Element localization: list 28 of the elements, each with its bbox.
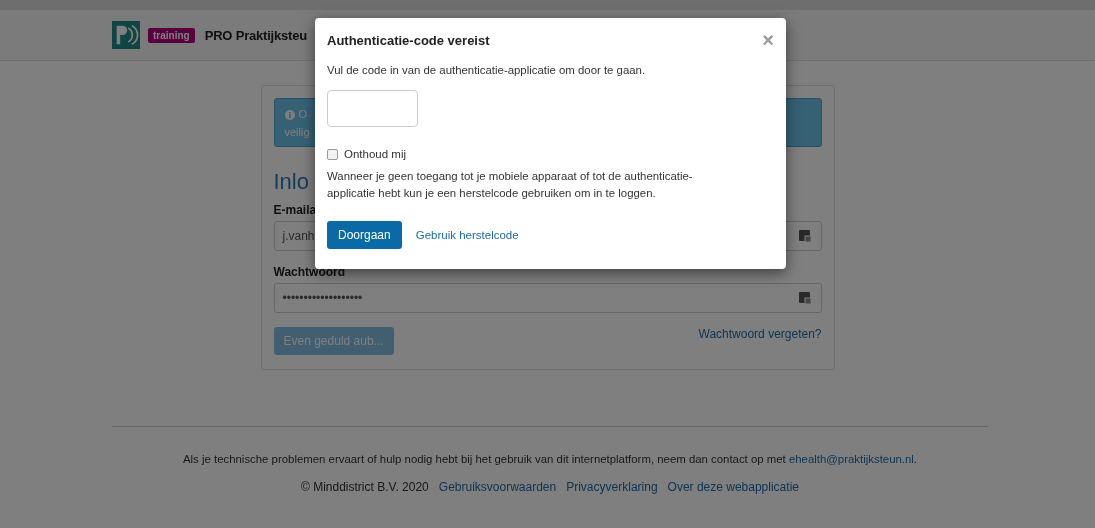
forgot-password-link[interactable]: Wachtwoord vergeten? [698,327,822,341]
training-badge: training [148,27,195,43]
code-input[interactable] [327,90,418,127]
field-label: E-maila [273,203,318,217]
continue-button[interactable]: Doorgaan [327,221,402,249]
instruction-text: Vul de code in van de authenticatie-applicatie om door te gaan. [327,63,647,78]
help-text: Als je technische problemen ervaart of hulp nodig hebt bij het gebruik van dit internetplatform, neem dan contact op met ehealth@praktijksteun.nl. [181,453,919,465]
login-heading: Inlo [273,169,309,195]
info-icon [284,110,295,120]
logo-icon [112,21,140,49]
alert-text: O [298,107,309,122]
recovery-code-link[interactable]: Gebruik herstelcode [415,229,519,241]
recovery-note: Wanneer je geen toegang tot je mobiele apparaat of tot de authenticatie-applicatie hebt kun je een herstelcode gebruiken om in te loggen. [327,169,694,201]
footer-link[interactable]: Over deze webapplicatie [667,480,799,494]
input-field[interactable]: ••••••••••••••••••• [273,283,822,313]
password-manager-icon[interactable] [798,292,811,304]
app-title: PRO Praktijksteu [204,27,307,43]
checkbox-label[interactable]: Onthoud mij [344,148,406,160]
close-button[interactable]: × [762,30,774,50]
copyright-text: © Minddistrict B.V. 2020 [301,480,429,494]
footer-link[interactable]: Privacyverklaring [566,480,658,494]
checkbox[interactable] [327,148,338,160]
password-manager-icon[interactable] [798,230,811,242]
footer-link[interactable]: Gebruiksvoorwaarden [438,480,557,494]
field-label: Wachtwoord [273,265,347,279]
email-link[interactable]: ehealth@praktijksteun.nl [788,453,914,465]
modal-title: Authenticatie-code vereist [327,32,490,48]
alert-text: veilig [284,125,311,140]
